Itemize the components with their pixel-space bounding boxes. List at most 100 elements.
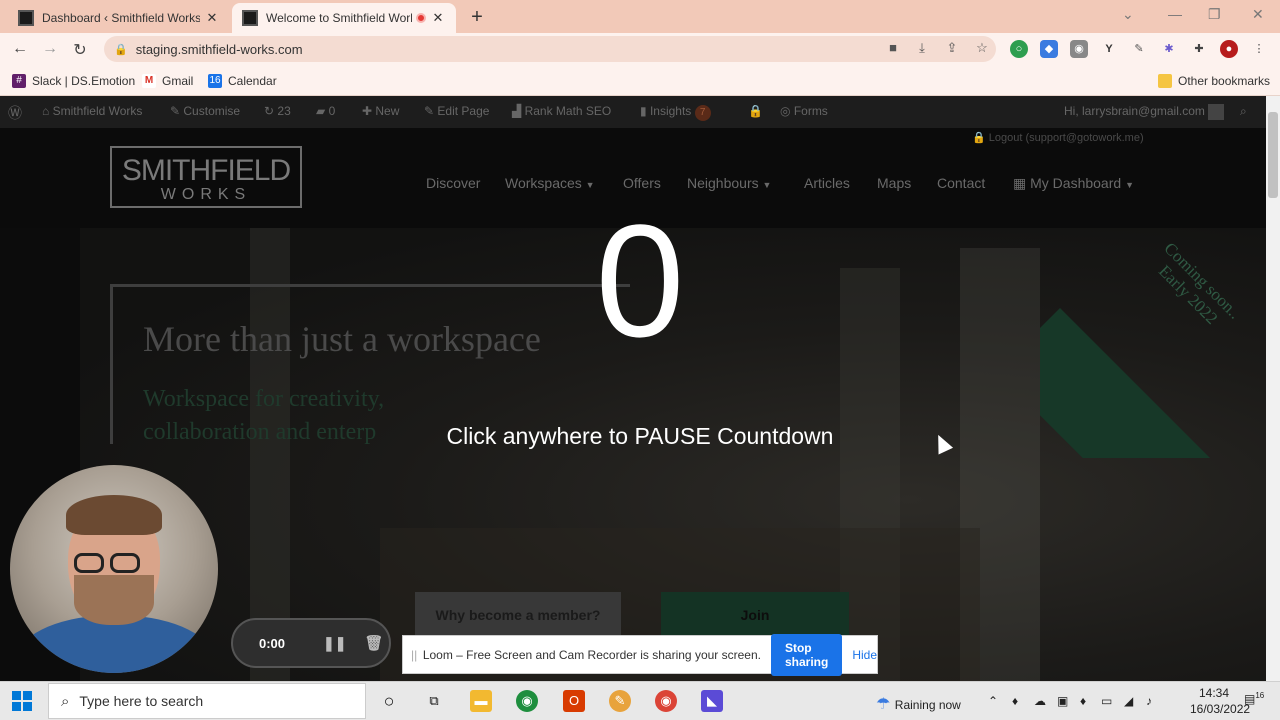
caret-down-icon: ▼ (1125, 180, 1134, 190)
office-icon[interactable]: O (563, 690, 585, 712)
close-window-button[interactable]: ✕ (1252, 6, 1264, 23)
webcam-bubble[interactable] (10, 465, 218, 673)
bookmark-gmail[interactable]: M Gmail (142, 72, 193, 90)
wp-edit-page-label: Edit Page (437, 104, 490, 118)
wp-site-name[interactable]: ⌂ Smithfield Works (42, 104, 142, 118)
url-text: staging.smithfield-works.com (135, 41, 303, 57)
dashboard-grid-icon: ▦ (1013, 175, 1031, 191)
trash-icon[interactable]: 🗑 (365, 634, 384, 652)
tab-welcome[interactable]: Welcome to Smithfield Work ✕ (232, 3, 456, 33)
taskbar-clock[interactable]: 14:34 16/03/2022 (1190, 685, 1250, 717)
onedrive-icon[interactable]: ☁ (1034, 694, 1046, 708)
insights-badge: 7 (694, 105, 711, 121)
join-button[interactable]: Join (661, 592, 849, 638)
weather-widget[interactable]: ☂ Raining now (876, 694, 961, 714)
bookmark-star-icon[interactable]: ☆ (973, 40, 991, 56)
extension-icon[interactable]: ◆ (1040, 40, 1058, 58)
wp-rank-math[interactable]: ▟ Rank Math SEO (512, 104, 611, 118)
puzzle-extensions-icon[interactable]: ✚ (1190, 40, 1208, 58)
wp-search-icon[interactable]: ⌕ (1240, 104, 1247, 119)
wp-insights[interactable]: ▮ Insights 7 (640, 104, 711, 121)
menu-item-my-dashboard[interactable]: ▦ My Dashboard ▼ (1013, 175, 1134, 192)
site-logo[interactable]: SMITHFIELD WORKS (110, 146, 302, 208)
menu-label: My Dashboard (1030, 175, 1122, 191)
bookmark-calendar[interactable]: 16 Calendar (208, 72, 277, 90)
menu-item-neighbours[interactable]: Neighbours ▼ (687, 175, 771, 191)
drag-handle-icon[interactable]: || (411, 648, 419, 662)
folder-icon (1158, 74, 1172, 88)
yoast-extension-icon[interactable]: Y (1100, 40, 1118, 58)
screenshot-extension-icon[interactable]: ◉ (1070, 40, 1088, 58)
why-become-member-button[interactable]: Why become a member? (415, 592, 621, 638)
visual-studio-icon[interactable]: ◣ (701, 690, 723, 712)
taskbar-search-input[interactable]: ⌕ Type here to search (48, 683, 366, 719)
wp-updates[interactable]: ↻ 23 (264, 104, 291, 118)
forward-icon[interactable]: → (40, 40, 60, 58)
wifi-icon[interactable]: ◢ (1124, 694, 1133, 708)
task-view-icon[interactable]: ⧉ (423, 690, 445, 712)
lock-icon[interactable]: 🔒 (748, 104, 763, 118)
camera-icon[interactable]: ■ (884, 40, 902, 55)
other-bookmarks[interactable]: Other bookmarks (1158, 72, 1270, 90)
address-bar[interactable]: 🔒 staging.smithfield-works.com (104, 36, 996, 62)
cortana-icon[interactable]: ○ (378, 690, 400, 712)
menu-item-discover[interactable]: Discover (426, 175, 480, 191)
chrome-profile-icon[interactable]: ◉ (655, 690, 677, 712)
recording-icon (416, 13, 426, 23)
back-icon[interactable]: ← (10, 40, 30, 58)
tool-extension-icon[interactable]: ✎ (1130, 40, 1148, 58)
extension-icon[interactable]: ○ (1010, 40, 1028, 58)
wp-edit-page[interactable]: ✎ Edit Page (424, 104, 489, 118)
home-icon: ⌂ (42, 104, 53, 118)
wp-forms[interactable]: ◎ Forms (780, 104, 828, 118)
file-explorer-icon[interactable]: ▬ (470, 690, 492, 712)
logout-link[interactable]: 🔒 Logout (support@gotowork.me) (972, 131, 1144, 144)
menu-kebab-icon[interactable]: ⋮ (1250, 40, 1268, 58)
stop-sharing-button[interactable]: Stop sharing (770, 633, 843, 676)
scrollbar-thumb[interactable] (1268, 112, 1278, 198)
wp-customise[interactable]: ✎ Customise (170, 104, 240, 118)
hide-button[interactable]: Hide (852, 648, 877, 662)
bookmark-slack[interactable]: # Slack | DS.Emotion (12, 72, 135, 90)
menu-label: Offers (623, 175, 661, 191)
lock-icon: 🔒 (972, 132, 989, 144)
menu-item-contact[interactable]: Contact (937, 175, 985, 191)
close-tab-icon[interactable]: ✕ (430, 10, 446, 26)
microphone-icon[interactable]: ♦ (1012, 694, 1018, 708)
device-icon[interactable]: ▣ (1057, 694, 1068, 708)
wp-comments-count: 0 (328, 104, 336, 118)
chrome-icon[interactable]: ◉ (516, 690, 538, 712)
reload-icon[interactable]: ↻ (70, 40, 90, 60)
menu-item-workspaces[interactable]: Workspaces ▼ (505, 175, 595, 191)
wordpress-icon[interactable]: Ⓦ (8, 103, 22, 123)
tab-dashboard[interactable]: Dashboard ‹ Smithfield Works — ✕ (8, 3, 230, 33)
battery-icon[interactable]: ▭ (1101, 694, 1112, 708)
mic-tray-icon[interactable]: ♦ (1080, 694, 1086, 708)
menu-item-maps[interactable]: Maps (877, 175, 911, 191)
windows-start-icon[interactable] (12, 691, 32, 711)
volume-icon[interactable]: ♪ (1146, 694, 1152, 708)
install-icon[interactable]: ⤓ (913, 40, 931, 56)
tab-search-icon[interactable]: ⌄ (1122, 6, 1134, 23)
pause-countdown-message[interactable]: Click anywhere to PAUSE Countdown (380, 423, 900, 450)
new-tab-button[interactable]: + (466, 6, 488, 29)
pause-icon[interactable]: ❚❚ (323, 635, 346, 652)
profile-avatar[interactable]: ● (1220, 40, 1238, 58)
notifications-button[interactable]: ▤16 (1244, 691, 1264, 706)
tray-chevron-icon[interactable]: ⌃ (988, 694, 998, 708)
avatar (1208, 104, 1225, 120)
wp-new[interactable]: ✚ New (362, 104, 399, 118)
loom-extension-icon[interactable]: ✱ (1160, 40, 1178, 58)
bookmark-label: Gmail (162, 74, 194, 88)
wp-account[interactable]: Hi, larrysbrain@gmail.com (1064, 104, 1225, 120)
maximize-button[interactable]: ❐ (1208, 6, 1221, 23)
share-icon[interactable]: ⇪ (943, 40, 961, 56)
menu-item-articles[interactable]: Articles (804, 175, 850, 191)
minimize-button[interactable]: — (1168, 6, 1182, 22)
sharing-message: Loom – Free Screen and Cam Recorder is s… (422, 647, 761, 662)
wp-comments[interactable]: ▰ 0 (316, 104, 335, 118)
paint-icon[interactable]: ✎ (609, 690, 631, 712)
close-tab-icon[interactable]: ✕ (204, 10, 220, 26)
menu-item-offers[interactable]: Offers (623, 175, 661, 191)
wp-new-label: New (375, 104, 400, 118)
